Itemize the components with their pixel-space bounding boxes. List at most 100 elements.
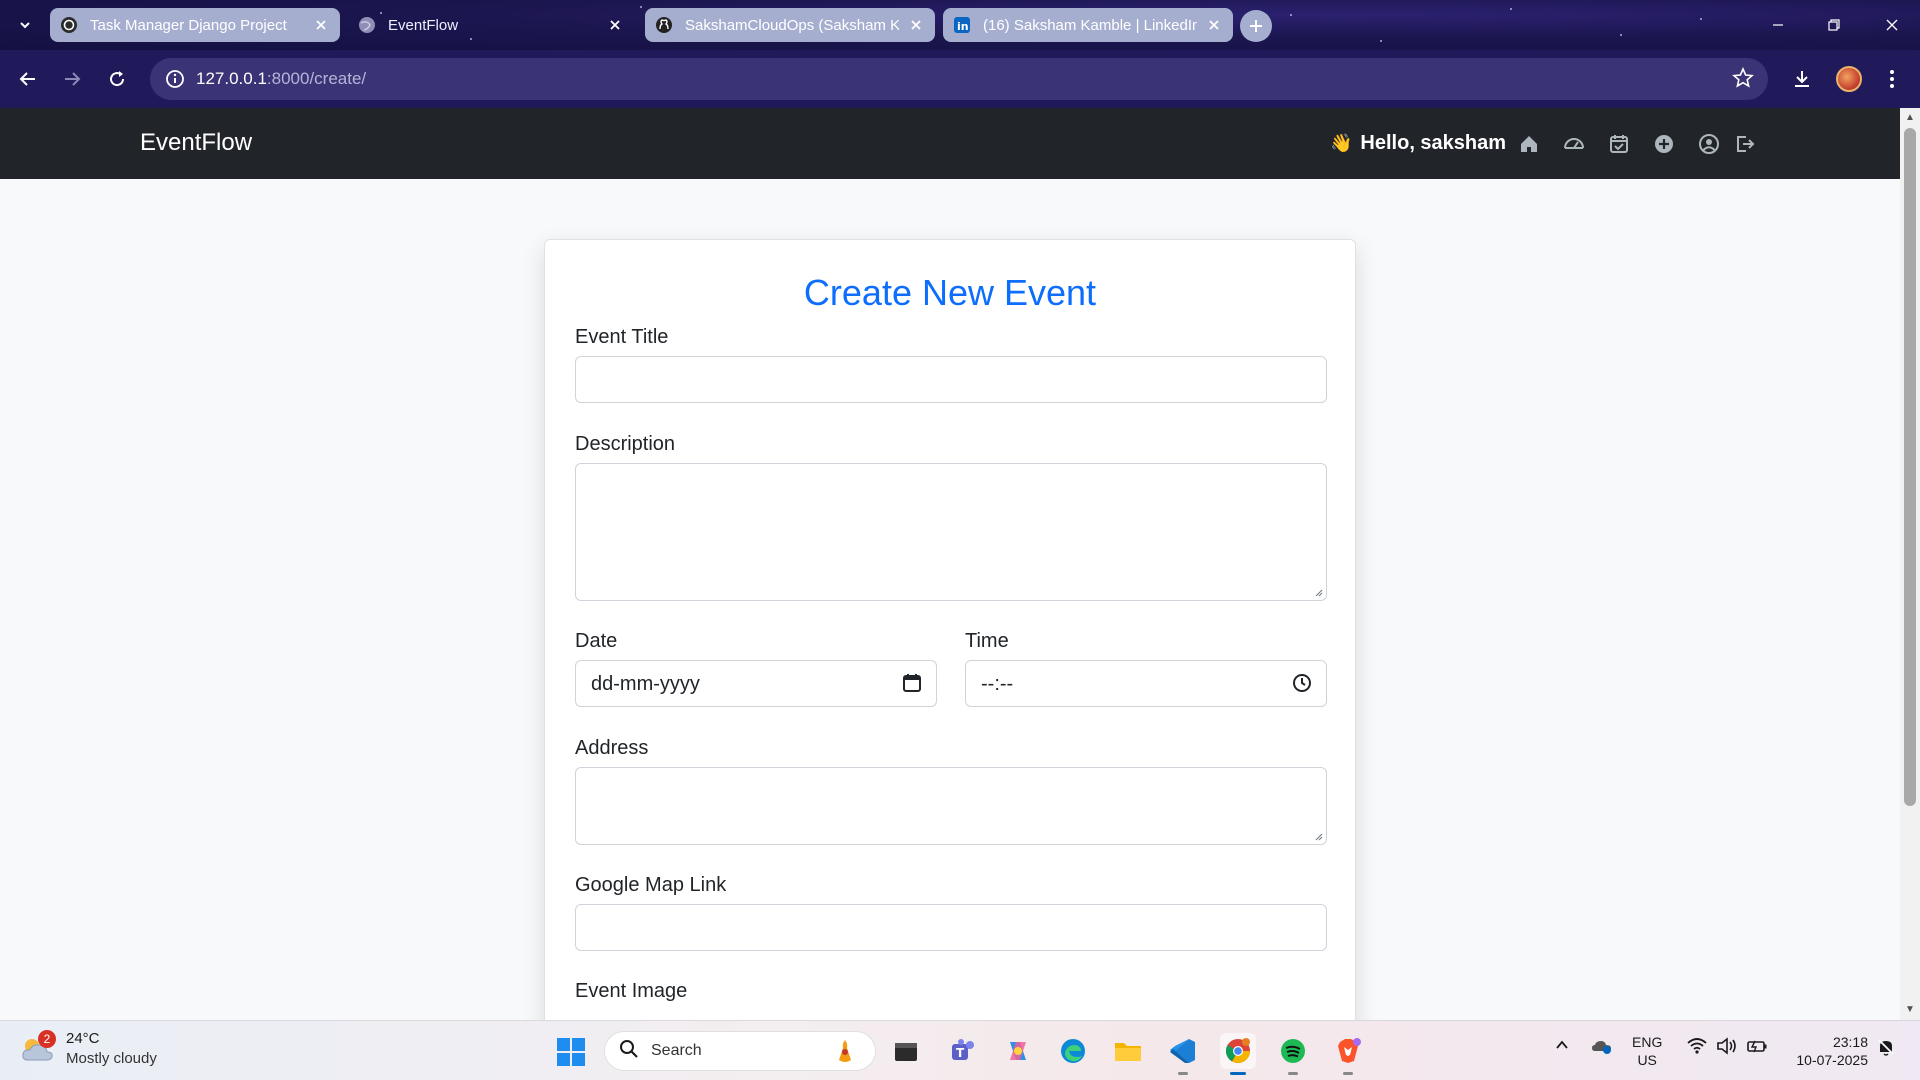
scrollbar-thumb[interactable] bbox=[1904, 128, 1916, 806]
search-placeholder: Search bbox=[651, 1042, 702, 1059]
chevron-down-icon bbox=[20, 22, 30, 29]
plus-icon bbox=[1250, 20, 1262, 32]
brave-icon[interactable] bbox=[1330, 1033, 1366, 1075]
folder-icon[interactable] bbox=[1110, 1033, 1146, 1069]
battery-icon[interactable] bbox=[1745, 1037, 1769, 1055]
create-event-card: Create New Event Event Title Description… bbox=[544, 239, 1356, 1020]
back-button[interactable] bbox=[12, 63, 44, 95]
close-icon bbox=[1886, 19, 1898, 31]
greeting-text: Hello, saksham bbox=[1360, 132, 1507, 154]
wave-emoji: 👋 bbox=[1330, 133, 1353, 153]
close-icon[interactable] bbox=[1205, 16, 1223, 34]
user-circle-icon[interactable] bbox=[1697, 132, 1721, 156]
close-window-button[interactable] bbox=[1864, 0, 1920, 50]
browser-toolbar: 127.0.0.1:8000/create/ bbox=[0, 50, 1920, 108]
close-icon[interactable] bbox=[907, 16, 925, 34]
resize-handle-icon[interactable] bbox=[1313, 831, 1323, 841]
reload-icon bbox=[110, 71, 125, 87]
bookmark-star-icon[interactable] bbox=[1732, 66, 1754, 94]
url-host: 127.0.0.1 bbox=[196, 69, 267, 88]
cloud-icon: 2 bbox=[20, 1030, 56, 1064]
browser-tab-linkedin[interactable]: in (16) Saksham Kamble | LinkedIn bbox=[943, 8, 1233, 42]
file-explorer-icon[interactable] bbox=[888, 1033, 924, 1069]
address-textarea[interactable] bbox=[575, 767, 1327, 845]
system-clock[interactable]: 23:18 10-07-2025 bbox=[1786, 1033, 1868, 1069]
minimize-icon bbox=[1773, 24, 1783, 26]
search-highlight-icon bbox=[833, 1038, 857, 1066]
weather-condition: Mostly cloudy bbox=[66, 1050, 157, 1067]
browser-tab-bar: Task Manager Django Project EventFlow Sa… bbox=[0, 0, 1920, 50]
windows-start-icon[interactable] bbox=[556, 1037, 586, 1067]
logout-icon[interactable] bbox=[1733, 132, 1757, 156]
profile-avatar[interactable] bbox=[1836, 66, 1862, 92]
page-scrollbar[interactable]: ▲ ▼ bbox=[1900, 108, 1920, 1020]
svg-text:in: in bbox=[957, 20, 969, 33]
brand-link[interactable]: EventFlow bbox=[140, 129, 252, 157]
event-title-input[interactable] bbox=[575, 356, 1327, 403]
svg-text:T: T bbox=[956, 1046, 965, 1060]
site-navbar: EventFlow 👋 Hello, saksham bbox=[0, 108, 1900, 179]
language-line-1: ENG bbox=[1632, 1034, 1663, 1050]
minimize-button[interactable] bbox=[1750, 0, 1806, 50]
notification-bell-icon[interactable] bbox=[1874, 1037, 1898, 1057]
copilot-icon[interactable] bbox=[1000, 1033, 1036, 1069]
scroll-down-arrow[interactable]: ▼ bbox=[1904, 1004, 1916, 1016]
downloads-button[interactable] bbox=[1786, 63, 1818, 95]
linkedin-icon: in bbox=[953, 16, 971, 34]
close-icon[interactable] bbox=[312, 16, 330, 34]
openai-icon bbox=[60, 16, 78, 34]
onedrive-icon[interactable] bbox=[1590, 1037, 1614, 1055]
language-line-2: US bbox=[1637, 1052, 1657, 1068]
clock-time: 23:18 bbox=[1832, 1034, 1868, 1050]
clock-icon[interactable] bbox=[1292, 673, 1312, 698]
volume-icon[interactable] bbox=[1715, 1037, 1739, 1055]
browser-tab-github[interactable]: SakshamCloudOps (Saksham K bbox=[645, 8, 935, 42]
restore-icon bbox=[1828, 19, 1840, 31]
weather-badge: 2 bbox=[38, 1030, 56, 1048]
spotify-icon[interactable] bbox=[1275, 1033, 1311, 1075]
calendar-check-icon[interactable] bbox=[1607, 132, 1631, 156]
more-vertical-icon bbox=[1890, 70, 1894, 88]
vscode-icon[interactable] bbox=[1165, 1033, 1201, 1075]
weather-widget[interactable]: 2 24°C Mostly cloudy bbox=[20, 1029, 157, 1069]
search-icon bbox=[619, 1039, 639, 1064]
browser-tab-task-manager[interactable]: Task Manager Django Project bbox=[50, 8, 340, 42]
home-icon[interactable] bbox=[1517, 132, 1541, 156]
address-bar[interactable]: 127.0.0.1:8000/create/ bbox=[150, 58, 1768, 100]
page-viewport: EventFlow 👋 Hello, saksham Create New Ev… bbox=[0, 108, 1900, 1020]
tab-title: SakshamCloudOps (Saksham K bbox=[685, 16, 899, 34]
google-map-link-input[interactable] bbox=[575, 904, 1327, 951]
restore-button[interactable] bbox=[1806, 0, 1862, 50]
arrow-left-icon bbox=[19, 72, 35, 86]
edge-icon[interactable] bbox=[1055, 1033, 1091, 1069]
url-path: :8000/create/ bbox=[266, 69, 367, 88]
browser-menu-button[interactable] bbox=[1876, 63, 1908, 95]
download-icon bbox=[1795, 71, 1809, 87]
new-tab-button[interactable] bbox=[1240, 10, 1272, 42]
scroll-up-arrow[interactable]: ▲ bbox=[1904, 112, 1916, 124]
taskbar-search[interactable]: Search bbox=[604, 1031, 876, 1071]
forward-button[interactable] bbox=[56, 63, 88, 95]
teams-icon[interactable]: T bbox=[944, 1033, 980, 1069]
calendar-icon[interactable] bbox=[902, 673, 922, 698]
date-input[interactable]: dd-mm-yyyy bbox=[575, 660, 937, 707]
chrome-icon[interactable] bbox=[1220, 1033, 1256, 1075]
time-input[interactable]: --:-- bbox=[965, 660, 1327, 707]
language-indicator[interactable]: ENG US bbox=[1632, 1033, 1662, 1069]
tab-title: Task Manager Django Project bbox=[90, 16, 287, 34]
add-circle-icon[interactable] bbox=[1652, 132, 1676, 156]
dashboard-icon[interactable] bbox=[1562, 132, 1586, 156]
site-info-icon[interactable] bbox=[154, 58, 196, 100]
wifi-icon[interactable] bbox=[1685, 1037, 1709, 1055]
github-icon bbox=[655, 16, 673, 34]
page-title: Create New Event bbox=[803, 272, 1097, 313]
reload-button[interactable] bbox=[101, 63, 133, 95]
tab-title: (16) Saksham Kamble | LinkedIn bbox=[983, 16, 1197, 34]
resize-handle-icon[interactable] bbox=[1313, 587, 1323, 597]
time-label: Time bbox=[965, 630, 1009, 652]
browser-tab-eventflow[interactable]: EventFlow bbox=[348, 8, 634, 42]
show-hidden-icons-chevron[interactable] bbox=[1550, 1037, 1574, 1053]
description-textarea[interactable] bbox=[575, 463, 1327, 601]
tab-search-button[interactable] bbox=[10, 10, 40, 40]
close-icon[interactable] bbox=[606, 16, 624, 34]
